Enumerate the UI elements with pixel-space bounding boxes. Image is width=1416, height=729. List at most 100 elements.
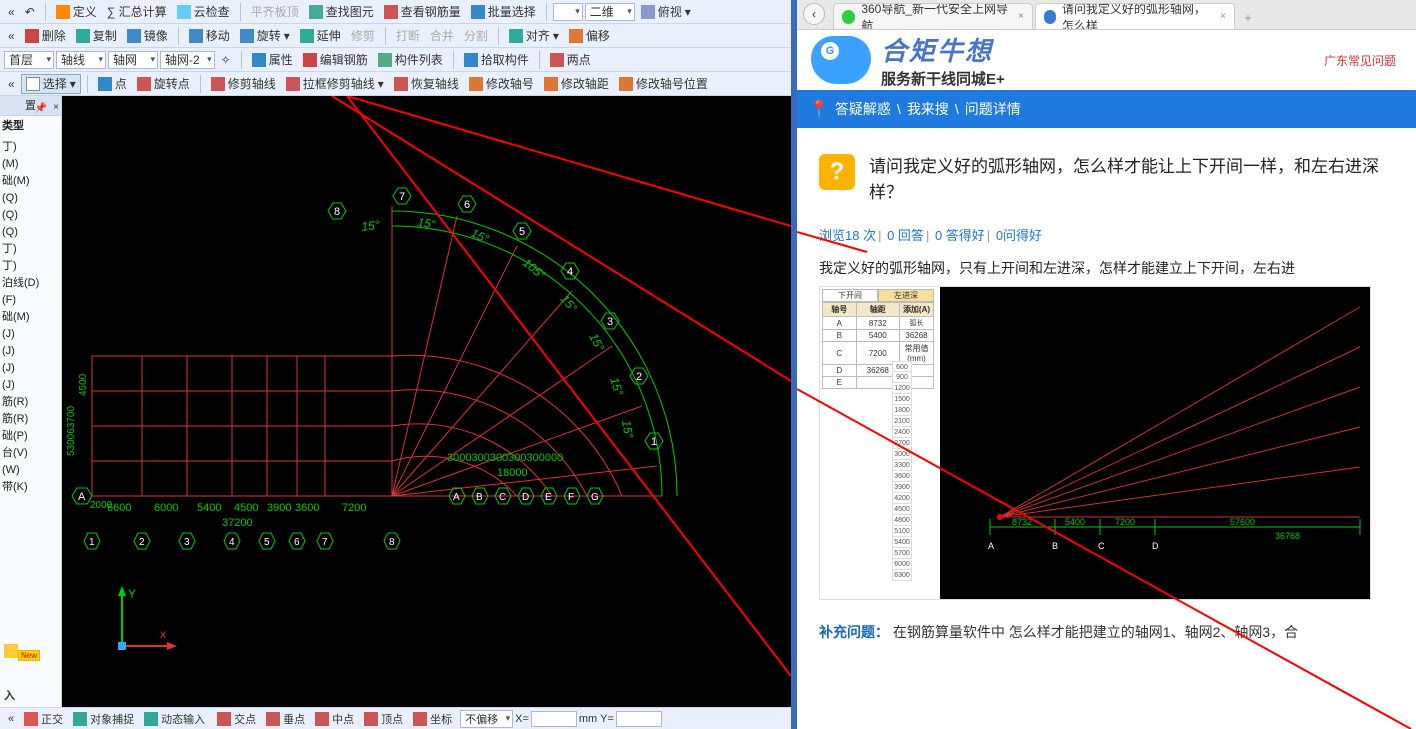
point-button[interactable]: 点 (94, 74, 131, 94)
side-item[interactable]: 台(V) (2, 445, 59, 462)
tab-360nav[interactable]: 360导航_新一代安全上网导航 × (833, 3, 1033, 29)
side-item[interactable]: 础(P) (2, 428, 59, 445)
modname-button[interactable]: 修改轴号 (465, 74, 538, 94)
perspective-button[interactable]: 俯视▾ (637, 2, 695, 22)
side-item[interactable]: 丁) (2, 241, 59, 258)
side-item[interactable]: 丁) (2, 139, 59, 156)
boxtrim-button[interactable]: 拉框修剪轴线▾ (282, 74, 388, 94)
coord-toggle[interactable]: 坐标 (409, 711, 456, 727)
findel-button[interactable]: 查找图元 (305, 2, 378, 22)
side-item[interactable]: 础(M) (2, 173, 59, 190)
side-item[interactable]: (J) (2, 343, 59, 360)
restore-button[interactable]: 恢复轴线 (390, 74, 463, 94)
modpos-button[interactable]: 修改轴号位置 (615, 74, 712, 94)
svg-text:7: 7 (399, 191, 405, 203)
offset-button[interactable]: 偏移 (565, 26, 614, 46)
expand-icon[interactable]: « (4, 2, 19, 22)
side-item[interactable]: 带(K) (2, 479, 59, 496)
align-button[interactable]: 对齐▾ (505, 26, 563, 46)
expand3-icon[interactable]: « (4, 74, 19, 94)
apex-toggle[interactable]: 顶点 (360, 711, 407, 727)
side-item[interactable]: 丁) (2, 258, 59, 275)
status-bar: « 正交 对象捕捉 动态输入 交点 垂点 中点 顶点 坐标 不偏移 X= mm … (0, 707, 791, 729)
y-field[interactable] (616, 711, 662, 727)
sumcalc-button[interactable]: ∑ 汇总计算 (103, 2, 171, 22)
rotpt-button[interactable]: 旋转点 (133, 74, 194, 94)
x-field[interactable] (531, 711, 577, 727)
orth-toggle[interactable]: 正交 (20, 711, 67, 727)
svg-text:1: 1 (651, 436, 657, 448)
side-item[interactable]: (J) (2, 326, 59, 343)
crumb-3[interactable]: 问题详情 (965, 99, 1021, 119)
question-image[interactable]: 下开间 左进深 轴号轴距添加(A) A8732弧长B540036268C7200… (819, 286, 1371, 600)
side-item[interactable]: 筋(R) (2, 394, 59, 411)
grid-dropdown[interactable]: 轴网 (108, 51, 158, 69)
cloudcheck-button[interactable]: 云检查 (173, 2, 234, 22)
svg-text:7200: 7200 (342, 502, 366, 514)
side-item[interactable]: (W) (2, 462, 59, 479)
flatboard-button[interactable]: 平齐板顶 (247, 2, 303, 22)
trimaxis-button[interactable]: 修剪轴线 (207, 74, 280, 94)
tab-question[interactable]: 请问我定义好的弧形轴网，怎么样 × (1035, 3, 1235, 29)
copy-button[interactable]: 复制 (72, 26, 121, 46)
move-button[interactable]: 移动 (185, 26, 234, 46)
side-item[interactable]: (F) (2, 292, 59, 309)
trim-button[interactable]: 修剪 (347, 26, 379, 46)
expand-status-icon[interactable]: « (4, 709, 18, 729)
break-button[interactable]: 打断 (392, 26, 424, 46)
extend-button[interactable]: 延伸 (296, 26, 345, 46)
floor-dropdown[interactable]: 首层 (4, 51, 54, 69)
merge-button[interactable]: 合并 (426, 26, 458, 46)
wand-icon[interactable]: ✧ (217, 50, 235, 70)
back-button[interactable]: ‹ (803, 3, 825, 25)
editrebar-button[interactable]: 编辑钢筋 (299, 50, 372, 70)
region-link[interactable]: 广东常见问题 (1324, 52, 1396, 69)
side-item[interactable]: 础(M) (2, 309, 59, 326)
cad-canvas[interactable]: 15° 15° 15° 105° 15° 15° 15° 15° 8765432… (62, 96, 791, 707)
moddist-button[interactable]: 修改轴距 (540, 74, 613, 94)
y-label: mm Y= (579, 713, 614, 725)
side-item[interactable]: (Q) (2, 224, 59, 241)
prop-button[interactable]: 属性 (248, 50, 297, 70)
xpt-toggle[interactable]: 交点 (213, 711, 260, 727)
mirror-button[interactable]: 镜像 (123, 26, 172, 46)
side-item[interactable]: (J) (2, 360, 59, 377)
side-item[interactable]: (Q) (2, 207, 59, 224)
side-item[interactable]: (M) (2, 156, 59, 173)
viewbar-button[interactable]: 查看钢筋量 (380, 2, 465, 22)
perp-toggle[interactable]: 垂点 (262, 711, 309, 727)
split-button[interactable]: 分割 (460, 26, 492, 46)
side-item[interactable]: (J) (2, 377, 59, 394)
axisline-dropdown[interactable]: 轴线 (56, 51, 106, 69)
mid-toggle[interactable]: 中点 (311, 711, 358, 727)
svg-text:530063700: 530063700 (66, 406, 77, 456)
view2d-dropdown[interactable]: 二维 (585, 3, 635, 21)
close-icon[interactable]: × (53, 98, 59, 118)
misc-dropdown[interactable] (553, 3, 583, 21)
nooffset-dropdown[interactable]: 不偏移 (460, 710, 513, 728)
dyn-toggle[interactable]: 动态输入 (140, 711, 209, 727)
svg-text:A: A (78, 491, 86, 503)
define-button[interactable]: 定义 (52, 2, 101, 22)
close-icon[interactable]: × (1220, 11, 1226, 22)
delete-button[interactable]: 删除 (21, 26, 70, 46)
supplement: 补充问题： 在钢筋算量软件中 怎么样才能把建立的轴网1、轴网2、轴网3，合 (819, 622, 1394, 642)
pickcomp-button[interactable]: 拾取构件 (460, 50, 533, 70)
side-item[interactable]: 筋(R) (2, 411, 59, 428)
close-icon[interactable]: × (1018, 11, 1024, 22)
crumb-2[interactable]: 我来搜 (907, 99, 949, 119)
complist-button[interactable]: 构件列表 (374, 50, 447, 70)
gridnum-dropdown[interactable]: 轴网-2 (160, 51, 215, 69)
select-button[interactable]: 选择▾ (21, 74, 81, 94)
expand2-icon[interactable]: « (4, 26, 19, 46)
batchsel-button[interactable]: 批量选择 (467, 2, 540, 22)
rotate-button[interactable]: 旋转▾ (236, 26, 294, 46)
twopoint-button[interactable]: 两点 (546, 50, 595, 70)
snap-toggle[interactable]: 对象捕捉 (69, 711, 138, 727)
newtab-button[interactable]: + (1237, 7, 1259, 29)
side-item[interactable]: (Q) (2, 190, 59, 207)
side-item[interactable]: 泊线(D) (2, 275, 59, 292)
crumb-1[interactable]: 答疑解惑 (835, 99, 891, 119)
undo-icon[interactable]: ↶ (21, 2, 39, 22)
pin-icon[interactable]: 📌 (35, 99, 47, 119)
